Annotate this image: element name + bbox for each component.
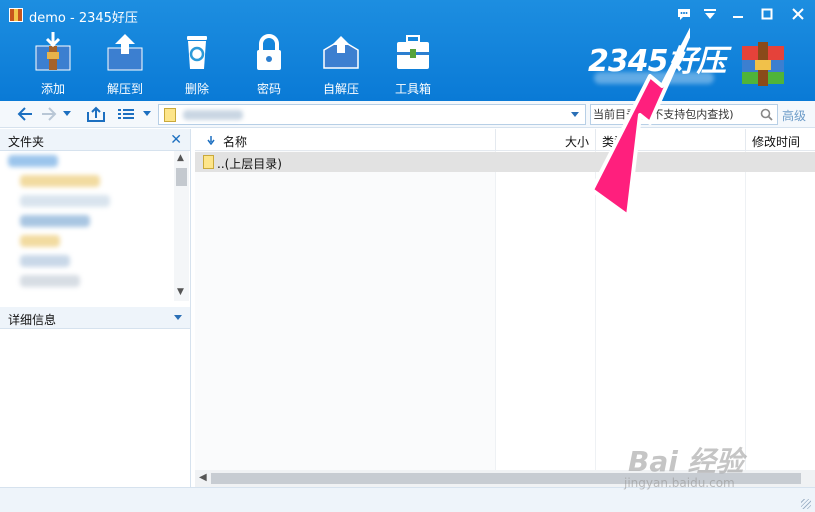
toolbox-icon [392, 32, 434, 72]
tree-item[interactable] [20, 175, 100, 187]
view-list-icon[interactable] [114, 103, 138, 125]
scroll-down-icon[interactable]: ▼ [177, 287, 184, 297]
column-name[interactable]: 名称 [195, 129, 496, 151]
watermark-url: jingyan.baidu.com [624, 476, 735, 490]
tree-item[interactable] [20, 255, 70, 267]
forward-arrow-icon[interactable] [38, 103, 60, 125]
up-level-icon[interactable] [84, 103, 108, 125]
column-divider [195, 151, 496, 471]
archive-file-icon [164, 108, 176, 122]
parent-folder-icon [203, 155, 214, 169]
main-toolbar: 添加 解压到 删除 密码 自解压 工具箱 [0, 30, 580, 100]
close-window-icon[interactable] [785, 3, 811, 25]
details-header[interactable]: 详细信息 [0, 307, 190, 329]
folder-panel: 文件夹 ✕ ▲ ▼ 详细信息 [0, 129, 191, 487]
path-text-blurred [183, 110, 243, 120]
history-dropdown-icon[interactable] [60, 103, 74, 125]
search-icon[interactable] [760, 108, 773, 124]
view-dropdown-icon[interactable] [140, 103, 154, 125]
status-bar [0, 487, 815, 512]
details-dropdown-icon[interactable] [174, 315, 182, 320]
padlock-icon [248, 32, 290, 72]
tree-item[interactable] [8, 155, 58, 167]
watermark-brand: Bai 经验 [628, 445, 744, 478]
folder-tree[interactable] [0, 151, 174, 301]
app-header: demo - 2345好压 添加 解压到 删除 密码 自解压 工具箱 2345好… [0, 0, 815, 101]
annotation-arrow-icon [590, 27, 690, 218]
app-logo-icon [9, 8, 23, 22]
scroll-thumb[interactable] [176, 168, 187, 186]
add-archive-icon [32, 32, 74, 72]
tree-scrollbar[interactable]: ▲ ▼ [174, 151, 189, 301]
window-title: demo - 2345好压 [29, 11, 138, 26]
extract-to-icon [104, 32, 146, 72]
column-modified[interactable]: 修改时间 [746, 129, 815, 151]
path-dropdown-icon[interactable] [571, 112, 579, 117]
path-input[interactable] [158, 104, 586, 125]
scroll-up-icon[interactable]: ▲ [177, 153, 184, 163]
sort-arrow-icon [207, 136, 215, 145]
extract-to-button[interactable]: 解压到 [90, 32, 160, 96]
self-extract-button[interactable]: 自解压 [306, 32, 376, 96]
tree-item[interactable] [20, 275, 80, 287]
toolbox-button[interactable]: 工具箱 [378, 32, 448, 96]
delete-button[interactable]: 删除 [162, 32, 232, 96]
self-extract-icon [320, 32, 362, 72]
recycle-bin-icon [176, 32, 218, 72]
resize-grip-icon[interactable] [801, 499, 811, 509]
tree-item[interactable] [20, 195, 110, 207]
folders-header: 文件夹 ✕ [0, 129, 190, 151]
address-bar: 高级 [0, 101, 815, 128]
add-button[interactable]: 添加 [18, 32, 88, 96]
file-list: 名称 大小 类型 修改时间 ..(上层目录) ◀ [195, 129, 815, 487]
menu-dropdown-icon[interactable] [697, 3, 723, 25]
password-button[interactable]: 密码 [234, 32, 304, 96]
advanced-search-link[interactable]: 高级 [782, 107, 806, 124]
table-row[interactable]: ..(上层目录) [195, 152, 815, 172]
scroll-left-icon[interactable]: ◀ [199, 472, 207, 483]
maximize-icon[interactable] [754, 3, 780, 25]
tree-item[interactable] [20, 235, 60, 247]
title-bar: demo - 2345好压 [0, 0, 815, 30]
back-arrow-icon[interactable] [14, 103, 36, 125]
tree-item[interactable] [20, 215, 90, 227]
column-headers: 名称 大小 类型 修改时间 [195, 129, 815, 151]
minimize-icon[interactable] [725, 3, 751, 25]
archive-box-icon [742, 42, 784, 86]
close-panel-icon[interactable]: ✕ [170, 132, 182, 148]
